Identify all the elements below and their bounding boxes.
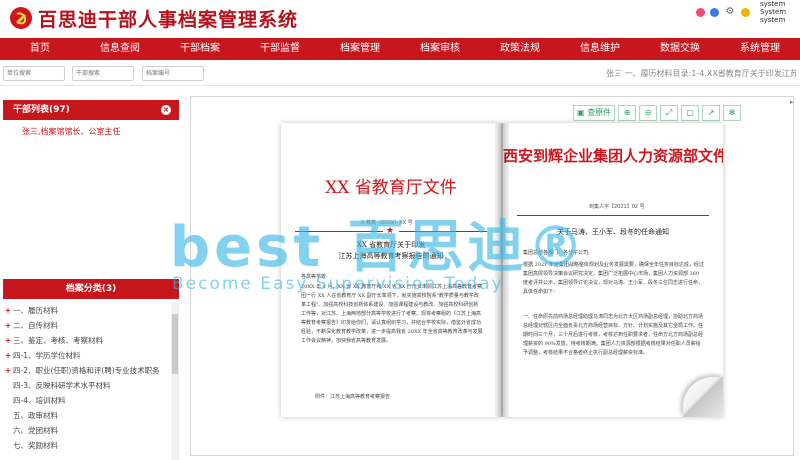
export-icon[interactable]: ↗ (702, 105, 721, 121)
unit-search-input[interactable] (3, 66, 65, 81)
right-doc-item: 一、任命原先前商场总经理助理马涛同志为北方大区商场副总经理，协助北方商场总经理对… (523, 314, 704, 356)
user-info[interactable]: system System system (760, 0, 786, 24)
category-item[interactable]: 五、政审材料 (3, 409, 167, 422)
document-viewer: ▣ 查原件 ⊕ ⊖ ⤢ ▢ ↗ ✻ XX 省教育厅文件 X 教高〔20XX〕XX… (190, 96, 794, 456)
file-number-input[interactable] (142, 66, 204, 81)
expand-plus-icon[interactable]: + (3, 334, 13, 347)
settings-icon[interactable]: ✻ (723, 105, 742, 121)
nav-policies[interactable]: 政策法规 (480, 38, 560, 60)
right-page: 西安到辉企业集团人力资源部文件 到集人字【2021】02 号 关于马涛、王小军、… (503, 123, 723, 417)
nav-archive-review[interactable]: 档案审核 (400, 38, 480, 60)
category-item[interactable]: 七、奖励材料 (3, 439, 167, 452)
close-icon[interactable]: × (161, 105, 171, 115)
cadre-list-header: 干部列表(97) × (3, 100, 179, 120)
app-title: 百思迪干部人事档案管理系统 (38, 9, 299, 31)
app-root: 百思迪干部人事档案管理系统 ⚙ system System system 首页 … (0, 0, 800, 460)
view-original-button[interactable]: ▣ 查原件 (573, 105, 616, 121)
nav-data-exchange[interactable]: 数据交换 (640, 38, 720, 60)
category-item[interactable]: 四-4、培训材料 (3, 394, 167, 407)
category-scrollbar[interactable] (171, 302, 179, 460)
category-item[interactable]: 四-3、反映科研学术水平材料 (3, 379, 167, 392)
message-dot-icon[interactable] (710, 7, 719, 17)
expand-plus-icon[interactable]: + (3, 349, 13, 362)
nav-cadre-supervision[interactable]: 干部监督 (240, 38, 320, 60)
left-doc-recipient: 各高等学校: (301, 274, 328, 280)
user-name-line: system (760, 0, 786, 8)
category-item[interactable]: + 二、自传材料 (3, 319, 167, 332)
notification-dot-icon[interactable] (696, 7, 705, 17)
fullscreen-icon[interactable]: ⤢ (660, 105, 679, 121)
zoom-out-icon[interactable]: ⊖ (639, 105, 658, 121)
red-separator (517, 215, 709, 216)
gear-icon[interactable]: ⚙ (724, 6, 736, 18)
main-nav: 首页 信息查阅 干部档案 干部监督 档案管理 档案审核 政策法规 信息维护 数据… (0, 38, 800, 60)
category-item[interactable]: + 一、履历材料 (3, 304, 167, 317)
left-doc-number: X 教高〔20XX〕XX 号 (361, 220, 413, 226)
right-doc-body: 根据 2021 年全集团战略整体规划及业务发展需要，确保全年任务目标达成，经过集… (523, 262, 704, 295)
red-separator (399, 231, 487, 232)
party-emblem-icon (10, 7, 32, 29)
book-spine (495, 123, 509, 417)
category-item[interactable]: + 四-2、职业(任职)资格和评(聘)专业技术职务 (3, 364, 167, 377)
document-book: XX 省教育厅文件 X 教高〔20XX〕XX 号 ★ XX 省教育厅关于印发 江… (281, 123, 723, 417)
right-doc-subject: 关于马涛、王小军、段冬的任命通知 (557, 228, 669, 236)
nav-system-management[interactable]: 系统管理 (720, 38, 800, 60)
nav-archive-management[interactable]: 档案管理 (320, 38, 400, 60)
collapse-icon[interactable]: ▸ (790, 98, 794, 106)
nav-cadre-archives[interactable]: 干部档案 (160, 38, 240, 60)
nav-home[interactable]: 首页 (0, 38, 80, 60)
breadcrumb: 张三 一、履历材料目录:1-4.XX省教育厅关于印发江苏上海... (606, 69, 796, 78)
category-item[interactable]: + 三、鉴定、考核、考察材料 (3, 334, 167, 347)
left-doc-title: XX 省教育厅文件 (325, 178, 457, 198)
cadre-list-item[interactable]: 张三,档案馆馆长、公室主任 (22, 126, 121, 137)
left-doc-attachment: 附件：江苏上海高等教育考察报告 (315, 394, 391, 400)
left-doc-subject: XX 省教育厅关于印发 (356, 241, 426, 249)
user-name-line: System (760, 8, 787, 16)
header-toolbar: ⚙ (696, 6, 750, 18)
category-header: 档案分类(3) (3, 279, 179, 299)
right-doc-number: 到集人字【2021】02 号 (589, 204, 645, 210)
category-item[interactable]: + 四-1、学历学位材料 (3, 349, 167, 362)
page-curl-icon[interactable] (683, 377, 723, 417)
category-list: + 一、履历材料 + 二、自传材料 + 三、鉴定、考核、考察材料 + 四-1、学历学位材… (3, 302, 179, 460)
app-header: 百思迪干部人事档案管理系统 ⚙ system System system (0, 0, 800, 38)
expand-plus-icon[interactable]: + (3, 304, 13, 317)
viewer-toolbar: ▣ 查原件 ⊕ ⊖ ⤢ ▢ ↗ ✻ (573, 105, 742, 121)
left-page: XX 省教育厅文件 X 教高〔20XX〕XX 号 ★ XX 省教育厅关于印发 江… (281, 123, 501, 417)
zoom-in-icon[interactable]: ⊕ (618, 105, 637, 121)
left-doc-body: 20XX 年 4 月，XX 省 XX 教育厅和 XX 省 XX 厅厅长率领江苏上… (301, 284, 483, 344)
fit-page-icon[interactable]: ▢ (681, 105, 700, 121)
scrollbar-thumb[interactable] (172, 314, 178, 374)
user-name-line: system (760, 16, 786, 24)
expand-plus-icon[interactable]: + (3, 319, 13, 332)
expand-plus-icon[interactable]: + (3, 364, 13, 377)
cadre-list-title: 干部列表(97) (13, 105, 70, 115)
red-star-icon: ★ (385, 226, 395, 236)
red-separator (295, 231, 383, 232)
right-doc-recipient: 集团总部各部门、各分子公司: (523, 250, 590, 256)
category-title: 档案分类(3) (65, 284, 117, 294)
cadre-search-input[interactable] (72, 66, 134, 81)
search-bar: 张三 一、履历材料目录:1-4.XX省教育厅关于印发江苏上海... (0, 60, 800, 86)
user-avatar-icon[interactable] (741, 7, 750, 17)
category-item[interactable]: 六、党团材料 (3, 424, 167, 437)
right-doc-title: 西安到辉企业集团人力资源部文件 (503, 147, 723, 165)
left-doc-subject: 江苏上海高等教育考察报告的通知 (338, 252, 444, 260)
nav-info-query[interactable]: 信息查阅 (80, 38, 160, 60)
nav-info-maintenance[interactable]: 信息维护 (560, 38, 640, 60)
